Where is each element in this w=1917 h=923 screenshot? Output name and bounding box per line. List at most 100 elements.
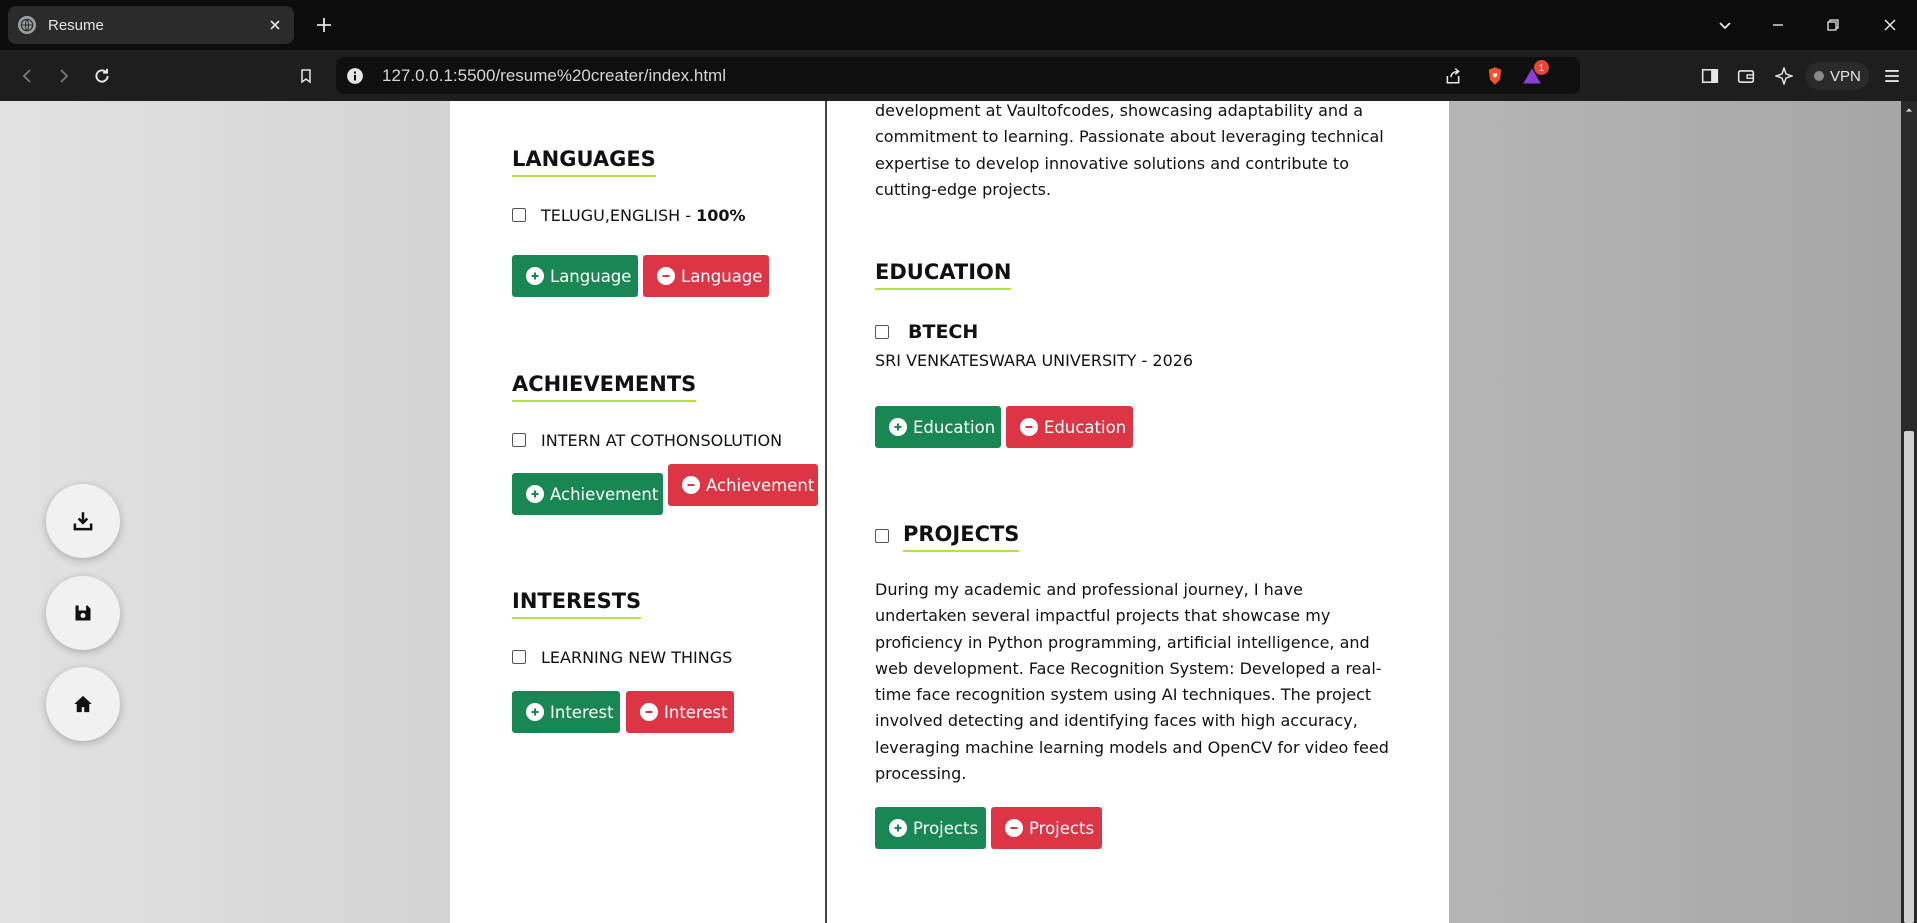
interest-checkbox[interactable] — [512, 650, 526, 664]
remove-projects-button[interactable]: Projects — [991, 807, 1102, 849]
add-achievement-label: Achievement — [550, 484, 659, 504]
interest-item: LEARNING NEW THINGS — [541, 648, 733, 667]
close-tab-icon[interactable] — [266, 16, 284, 34]
projects-line: web development. Face Recognition System… — [875, 658, 1382, 678]
language-item: TELUGU,ENGLISH - 100% — [541, 206, 746, 225]
remove-education-button[interactable]: Education — [1006, 406, 1133, 448]
close-window-icon[interactable] — [1878, 13, 1902, 37]
vpn-status-icon — [1814, 71, 1824, 81]
projects-line: leveraging machine learning models and O… — [875, 737, 1389, 757]
education-title: EDUCATION — [875, 260, 1012, 290]
globe-icon — [18, 16, 36, 34]
vpn-label: VPN — [1830, 67, 1861, 85]
back-icon[interactable] — [13, 62, 41, 90]
projects-title: PROJECTS — [903, 522, 1020, 552]
education-degree: BTECH — [908, 321, 979, 343]
notification-badge: 1 — [1534, 60, 1549, 75]
summary-line: cutting-edge projects. — [875, 179, 1052, 199]
download-button[interactable] — [46, 484, 120, 558]
save-icon — [75, 605, 91, 621]
remove-interest-label: Interest — [664, 702, 728, 722]
resume-page: LANGUAGES TELUGU,ENGLISH - 100% Language… — [450, 101, 1449, 923]
add-education-button[interactable]: Education — [875, 406, 1001, 448]
home-button[interactable] — [46, 667, 120, 741]
browser-tab[interactable]: Resume — [8, 6, 294, 44]
page-viewport: LANGUAGES TELUGU,ENGLISH - 100% Language… — [0, 101, 1917, 923]
summary-line: development at Vaultofcodes, showcasing … — [875, 101, 1364, 120]
plus-circle-icon — [526, 485, 544, 503]
url-text[interactable]: 127.0.0.1:5500/resume%20creater/index.ht… — [382, 66, 1580, 86]
site-info-icon[interactable] — [344, 65, 366, 87]
projects-line: undertaken several impactful projects th… — [875, 606, 1331, 626]
language-checkbox[interactable] — [512, 208, 526, 222]
remove-education-label: Education — [1044, 417, 1127, 437]
minus-circle-icon — [657, 267, 675, 285]
column-divider — [825, 101, 827, 923]
achievements-title: ACHIEVEMENTS — [512, 372, 697, 402]
scroll-up-icon[interactable] — [1904, 105, 1914, 115]
language-name: TELUGU,ENGLISH - — [541, 206, 697, 225]
projects-line: During my academic and professional jour… — [875, 580, 1303, 599]
achievement-checkbox[interactable] — [512, 433, 526, 447]
remove-achievement-button[interactable]: Achievement — [668, 464, 818, 506]
page-scrollbar[interactable] — [1901, 101, 1917, 923]
language-level: 100% — [696, 206, 746, 225]
minus-circle-icon — [1005, 819, 1023, 837]
add-interest-label: Interest — [550, 702, 614, 722]
languages-title: LANGUAGES — [512, 147, 656, 177]
education-checkbox[interactable] — [875, 325, 889, 339]
forward-icon[interactable] — [50, 62, 78, 90]
scrollbar-thumb[interactable] — [1904, 431, 1914, 923]
remove-language-label: Language — [681, 266, 763, 286]
download-icon — [73, 512, 93, 531]
summary-text: development at Vaultofcodes, showcasing … — [875, 101, 1415, 203]
add-language-button[interactable]: Language — [512, 255, 638, 297]
projects-line: proficiency in Python programming, artif… — [875, 632, 1370, 652]
add-language-label: Language — [550, 266, 632, 286]
remove-language-button[interactable]: Language — [643, 255, 769, 297]
education-institution: SRI VENKATESWARA UNIVERSITY - 2026 — [875, 351, 1194, 370]
add-projects-label: Projects — [913, 818, 979, 838]
tab-title: Resume — [48, 16, 104, 34]
plus-circle-icon — [526, 703, 544, 721]
remove-interest-button[interactable]: Interest — [626, 691, 734, 733]
plus-circle-icon — [889, 819, 907, 837]
reload-icon[interactable] — [88, 62, 116, 90]
projects-text: During my academic and professional jour… — [875, 577, 1420, 787]
projects-line: involved detecting and identifying faces… — [875, 711, 1358, 731]
minus-circle-icon — [682, 476, 700, 494]
browser-tab-bar: Resume — [0, 0, 1917, 50]
home-icon — [74, 695, 92, 713]
add-education-label: Education — [913, 417, 996, 437]
brave-rewards-icon[interactable]: 1 — [1519, 60, 1549, 89]
bookmark-icon[interactable] — [292, 62, 320, 90]
sidebar-toggle-icon[interactable] — [1696, 62, 1724, 90]
projects-checkbox[interactable] — [875, 529, 889, 543]
address-bar[interactable]: 127.0.0.1:5500/resume%20creater/index.ht… — [336, 57, 1580, 94]
add-achievement-button[interactable]: Achievement — [512, 473, 663, 515]
vpn-button[interactable]: VPN — [1806, 62, 1869, 90]
remove-achievement-label: Achievement — [706, 475, 815, 495]
new-tab-icon[interactable] — [312, 13, 336, 37]
wallet-icon[interactable] — [1732, 62, 1760, 90]
remove-projects-label: Projects — [1029, 818, 1095, 838]
summary-line: commitment to learning. Passionate about… — [875, 127, 1384, 147]
tab-search-chevron-icon[interactable] — [1713, 13, 1737, 37]
brave-shields-icon[interactable] — [1482, 63, 1508, 89]
leo-ai-icon[interactable] — [1770, 62, 1798, 90]
interests-title: INTERESTS — [512, 589, 642, 619]
save-button[interactable] — [46, 576, 120, 650]
restore-icon[interactable] — [1821, 13, 1845, 37]
minus-circle-icon — [640, 703, 658, 721]
plus-circle-icon — [526, 267, 544, 285]
minus-circle-icon — [1020, 418, 1038, 436]
share-icon[interactable] — [1440, 63, 1466, 89]
projects-line: time face recognition system using AI te… — [875, 685, 1372, 705]
projects-line: processing. — [875, 764, 967, 784]
add-interest-button[interactable]: Interest — [512, 691, 620, 733]
summary-line: expertise to develop innovative solution… — [875, 153, 1349, 173]
minimize-icon[interactable] — [1766, 13, 1790, 37]
achievement-item: INTERN AT COTHONSOLUTION — [541, 431, 783, 450]
add-projects-button[interactable]: Projects — [875, 807, 986, 849]
menu-icon[interactable] — [1878, 62, 1906, 90]
